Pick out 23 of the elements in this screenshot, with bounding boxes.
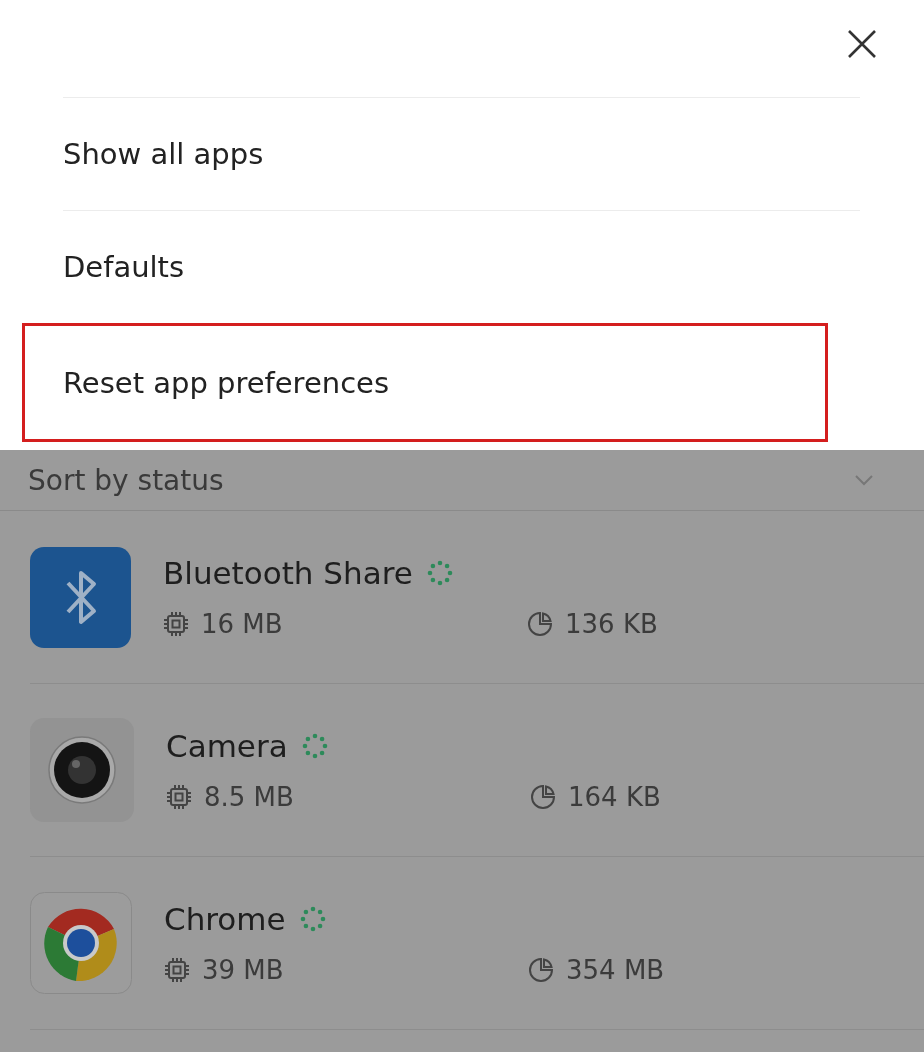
chip-icon <box>163 611 189 637</box>
chip-icon <box>166 784 192 810</box>
memory-usage: 16 MB <box>201 609 283 639</box>
memory-usage: 8.5 MB <box>204 782 294 812</box>
camera-app-icon[interactable] <box>30 718 134 822</box>
pie-chart-icon <box>527 611 553 637</box>
chip-icon <box>164 957 190 983</box>
pie-chart-icon <box>528 957 554 983</box>
app-name: Camera <box>166 728 288 764</box>
app-name: Bluetooth Share <box>163 555 413 591</box>
storage-usage: 136 KB <box>565 609 658 639</box>
chrome-app-icon[interactable] <box>30 892 132 994</box>
memory-usage: 39 MB <box>202 955 284 985</box>
app-name: Chrome <box>164 901 286 937</box>
menu-item[interactable]: Reset app preferences <box>22 323 828 442</box>
loading-icon <box>301 733 328 759</box>
loading-icon <box>426 560 453 586</box>
storage-usage: 164 KB <box>568 782 661 812</box>
loading-icon <box>299 906 326 932</box>
bluetooth-app-icon[interactable] <box>30 546 131 648</box>
storage-usage: 354 MB <box>566 955 665 985</box>
pie-chart-icon <box>530 784 556 810</box>
sort-label: Sort by status <box>28 463 224 497</box>
